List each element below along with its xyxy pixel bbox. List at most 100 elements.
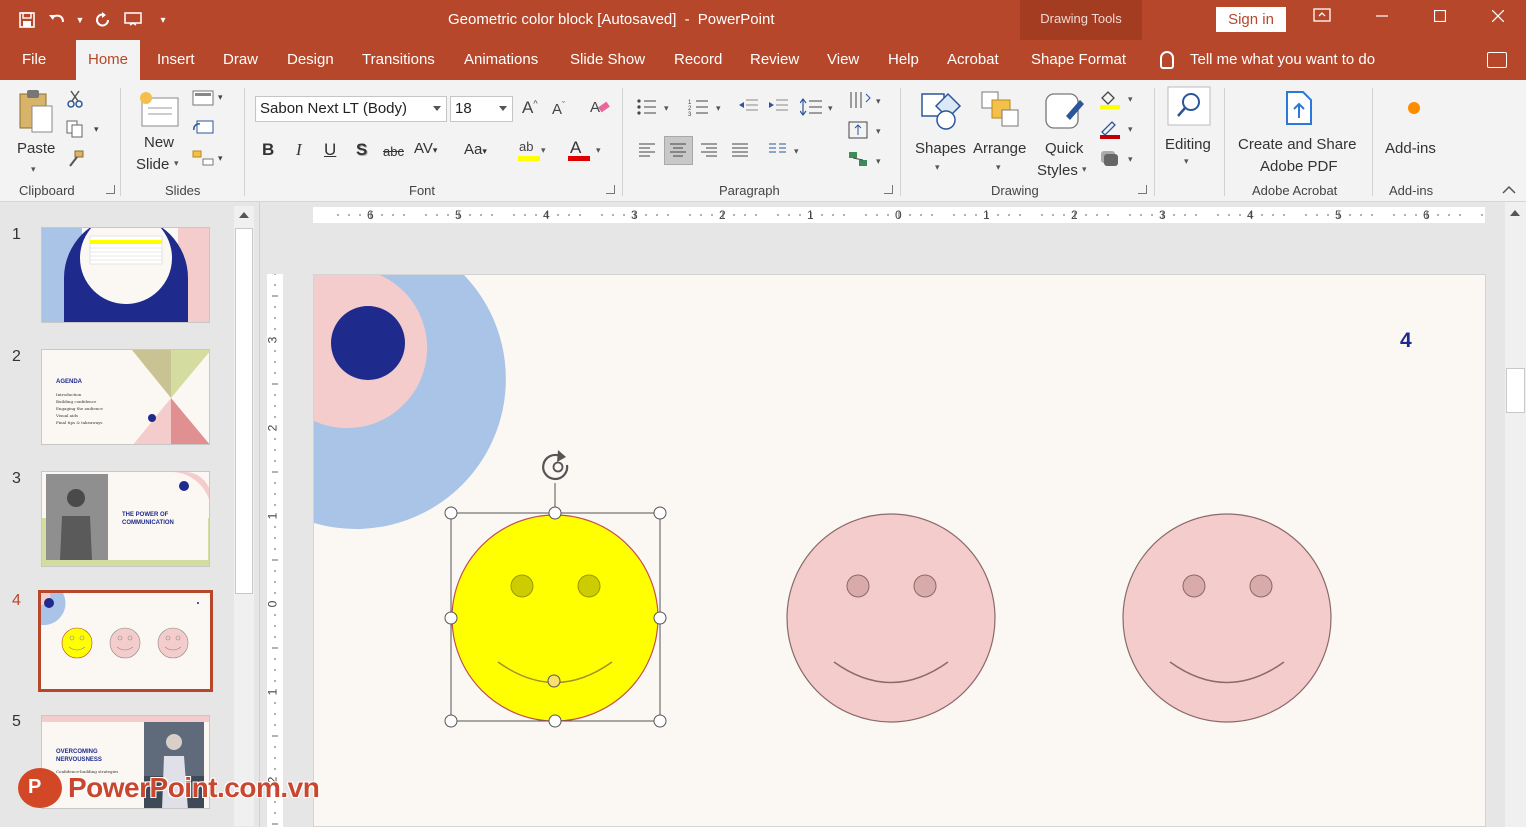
tab-home[interactable]: Home <box>76 40 141 80</box>
smiley-face-pink[interactable] <box>786 513 996 723</box>
tab-acrobat[interactable]: Acrobat <box>947 40 999 80</box>
tab-file[interactable]: File <box>22 40 46 80</box>
reset-slide-icon[interactable] <box>192 120 214 140</box>
tab-draw[interactable]: Draw <box>223 40 258 80</box>
customize-qat-icon[interactable]: ▾ <box>150 8 176 32</box>
justify-icon[interactable] <box>731 142 749 162</box>
slide-thumbnail-2[interactable]: AGENDA Introduction Building confidence … <box>41 349 210 445</box>
paragraph-launcher-icon[interactable] <box>884 185 893 194</box>
shape-outline-icon[interactable]: ▾ <box>1098 118 1138 144</box>
sign-in-button[interactable]: Sign in <box>1216 7 1286 32</box>
layout-dropdown-icon[interactable]: ▾ <box>218 92 223 103</box>
slide-canvas[interactable]: 4 <box>313 274 1486 827</box>
decrease-font-size-icon[interactable]: Aˇ <box>552 100 565 118</box>
tab-review[interactable]: Review <box>750 40 799 80</box>
align-left-icon[interactable] <box>638 142 656 162</box>
slide-thumbnail-4[interactable] <box>38 590 213 692</box>
editing-button[interactable]: Editing ▾ <box>1162 84 1216 174</box>
save-icon[interactable] <box>14 8 40 32</box>
paste-button[interactable]: Paste ▾ <box>14 86 58 174</box>
tab-design[interactable]: Design <box>287 40 334 80</box>
tab-transitions[interactable]: Transitions <box>362 40 435 80</box>
scroll-up-icon[interactable] <box>1510 210 1520 216</box>
shape-fill-icon[interactable]: ▾ <box>1098 88 1138 114</box>
ribbon-display-options-icon[interactable] <box>1302 6 1342 30</box>
tab-shape-format[interactable]: Shape Format <box>1031 40 1126 80</box>
rotate-handle-icon[interactable] <box>542 450 569 481</box>
tab-help[interactable]: Help <box>888 40 919 80</box>
tab-slide-show[interactable]: Slide Show <box>570 40 645 80</box>
slide-2-item: Building confidence <box>56 399 97 404</box>
add-ins-button[interactable]: Add-ins <box>1382 86 1446 178</box>
undo-dropdown-icon[interactable]: ▼ <box>74 8 86 32</box>
align-right-icon[interactable] <box>700 142 718 162</box>
italic-icon[interactable]: I <box>296 140 302 160</box>
font-color-icon[interactable]: A ▾ <box>568 136 604 167</box>
thumbnail-number: 2 <box>12 348 21 365</box>
arrange-button[interactable]: Arrange ▾ <box>972 86 1032 178</box>
start-from-beginning-icon[interactable] <box>120 8 146 32</box>
strikethrough-icon[interactable]: abc <box>383 144 404 159</box>
tab-view[interactable]: View <box>827 40 859 80</box>
close-icon[interactable] <box>1478 6 1518 30</box>
layout-icon[interactable] <box>192 90 214 110</box>
copy-icon[interactable] <box>66 120 84 142</box>
increase-font-size-icon[interactable]: A^ <box>522 98 538 118</box>
text-shadow-icon[interactable]: S <box>356 140 367 160</box>
text-direction-icon[interactable]: ▾ <box>848 90 884 114</box>
paragraph-group-label: Paragraph <box>719 183 780 198</box>
collapse-ribbon-icon[interactable] <box>1502 182 1516 200</box>
tell-me-search[interactable]: Tell me what you want to do <box>1160 40 1375 80</box>
font-size-combobox[interactable]: 18 <box>450 96 513 122</box>
convert-to-smartart-icon[interactable]: ▾ <box>848 150 884 174</box>
columns-icon[interactable]: ▾ <box>768 142 804 162</box>
tab-record[interactable]: Record <box>674 40 722 80</box>
cut-icon[interactable] <box>66 90 84 112</box>
scrollbar-thumb[interactable] <box>1506 368 1525 413</box>
bold-icon[interactable]: B <box>262 140 274 160</box>
thumbnail-scrollbar[interactable] <box>234 206 254 826</box>
numbering-icon[interactable]: 1 2 3 ▾ <box>688 98 724 120</box>
bullets-icon[interactable]: ▾ <box>636 98 672 120</box>
change-case-icon[interactable]: Aa▾ <box>464 141 487 158</box>
shape-effects-icon[interactable]: ▾ <box>1098 148 1138 174</box>
drawing-launcher-icon[interactable] <box>1138 185 1147 194</box>
font-launcher-icon[interactable] <box>606 185 615 194</box>
create-share-pdf-button[interactable]: Create and Share Adobe PDF <box>1234 86 1364 178</box>
shapes-button[interactable]: Shapes ▾ <box>912 86 968 178</box>
slide-thumbnail-3[interactable]: THE POWER OF COMMUNICATION <box>41 471 210 567</box>
section-dropdown-icon[interactable]: ▾ <box>218 153 223 164</box>
tab-insert[interactable]: Insert <box>157 40 195 80</box>
increase-indent-icon[interactable] <box>768 98 788 120</box>
font-size-dropdown-icon <box>499 106 507 111</box>
scrollbar-thumb[interactable] <box>235 228 253 594</box>
character-spacing-icon[interactable]: AV▾ <box>414 140 437 157</box>
font-name-combobox[interactable]: Sabon Next LT (Body) <box>255 96 447 122</box>
underline-icon[interactable]: U <box>324 140 336 160</box>
align-text-icon[interactable]: ▾ <box>848 120 884 144</box>
slide-thumbnail-1[interactable] <box>41 227 210 323</box>
minimize-icon[interactable] <box>1362 6 1402 30</box>
comments-icon[interactable] <box>1487 52 1507 68</box>
line-spacing-icon[interactable]: ▾ <box>799 98 836 120</box>
editor-scrollbar[interactable] <box>1505 202 1526 827</box>
undo-icon[interactable] <box>44 8 70 32</box>
smiley-face-selected[interactable] <box>451 514 659 722</box>
maximize-icon[interactable] <box>1420 6 1460 30</box>
scroll-up-icon[interactable] <box>239 212 249 218</box>
decrease-indent-icon[interactable] <box>738 98 758 120</box>
highlight-color-icon[interactable]: ab ▾ <box>518 136 548 167</box>
clear-formatting-icon[interactable]: A <box>590 96 610 120</box>
clipboard-launcher-icon[interactable] <box>106 185 115 194</box>
slide-2-item: Introduction <box>56 392 82 397</box>
align-center-icon[interactable] <box>669 142 687 162</box>
redo-icon[interactable] <box>90 8 116 32</box>
format-painter-icon[interactable] <box>66 150 84 172</box>
smiley-face-pink[interactable] <box>1122 513 1332 723</box>
quick-styles-button[interactable]: Quick Styles ▾ <box>1036 86 1092 179</box>
tab-animations[interactable]: Animations <box>464 40 538 80</box>
new-slide-button[interactable]: New Slide ▾ <box>134 86 186 178</box>
copy-dropdown-icon[interactable]: ▾ <box>94 124 99 135</box>
section-icon[interactable] <box>192 150 214 170</box>
group-separator <box>1224 88 1225 196</box>
